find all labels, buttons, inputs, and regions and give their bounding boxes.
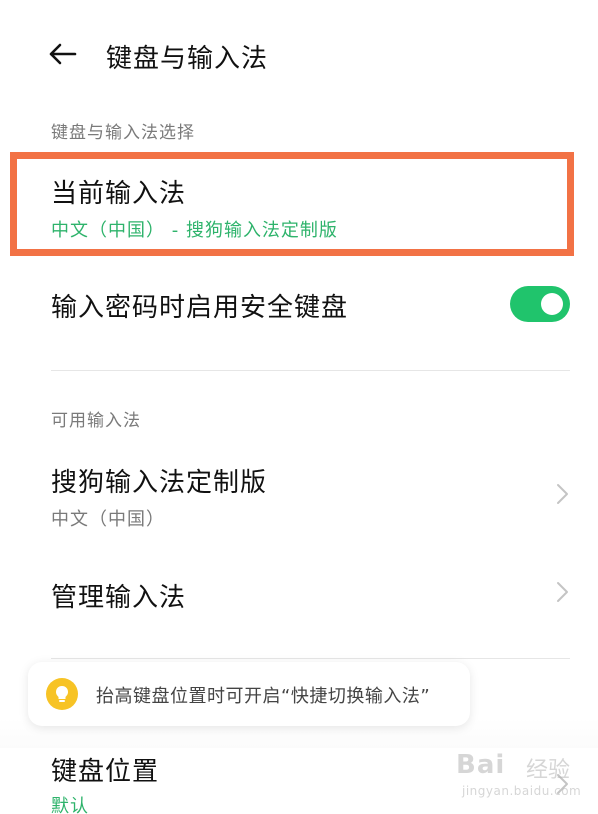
chevron-right-icon: [557, 484, 568, 504]
secure-keyboard-toggle[interactable]: [510, 286, 570, 322]
page-title: 键盘与输入法: [106, 44, 269, 74]
secure-keyboard-title: 输入密码时启用安全键盘: [51, 293, 349, 323]
arrow-left-icon: [49, 43, 77, 65]
lightbulb-icon: [46, 678, 78, 710]
watermark-url: jingyan.baidu.com: [462, 784, 582, 798]
keyboard-position-title: 键盘位置: [51, 757, 160, 787]
watermark-cn: 经验: [526, 758, 571, 783]
keyboard-position-value: 默认: [51, 796, 89, 814]
manage-ime-title: 管理输入法: [51, 583, 187, 613]
current-ime-title: 当前输入法: [51, 179, 187, 209]
tip-text: 抬高键盘位置时可开启“快捷切换输入法”: [96, 686, 431, 707]
divider: [51, 370, 570, 371]
back-button[interactable]: [40, 34, 84, 74]
sogou-ime-sub: 中文（中国）: [51, 509, 165, 530]
divider: [51, 658, 570, 659]
settings-page: 键盘与输入法 键盘与输入法选择 当前输入法 中文（中国） - 搜狗输入法定制版 …: [0, 0, 598, 814]
toggle-knob: [541, 293, 563, 315]
header: 键盘与输入法: [0, 20, 598, 88]
section-label-selection: 键盘与输入法选择: [51, 123, 195, 143]
chevron-right-icon: [557, 582, 568, 602]
section-label-available: 可用输入法: [51, 411, 141, 431]
baidu-jingyan-watermark: Bai 经验 jingyan.baidu.com: [452, 744, 592, 806]
watermark-logo: Bai: [456, 750, 506, 780]
tip-card[interactable]: 抬高键盘位置时可开启“快捷切换输入法”: [28, 662, 470, 726]
current-ime-value: 中文（中国） - 搜狗输入法定制版: [51, 220, 338, 241]
sogou-ime-title: 搜狗输入法定制版: [51, 468, 268, 498]
